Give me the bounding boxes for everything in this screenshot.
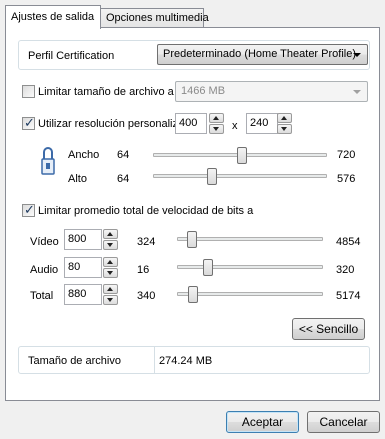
file-size-value: 274.24 MB <box>159 355 213 367</box>
file-size-limit-label: Limitar tamaño de archivo a <box>38 86 174 98</box>
resolution-width-input[interactable]: 400 <box>175 113 207 134</box>
height-label: Alto <box>68 173 87 185</box>
height-slider-track <box>153 174 327 178</box>
bitrate-limit-label: Limitar promedio total de velocidad de b… <box>38 205 254 217</box>
audio-bitrate-input[interactable]: 80 <box>64 257 102 278</box>
custom-resolution-label: Utilizar resolución personaliz <box>38 118 179 130</box>
total-bitrate-stepper[interactable] <box>103 284 118 305</box>
cancel-button-label: Cancelar <box>319 415 368 429</box>
audio-bitrate-slider-track <box>177 265 323 269</box>
tab-multimedia-options-label: Opciones multimedia <box>106 12 209 24</box>
simple-mode-button[interactable]: << Sencillo <box>292 318 365 340</box>
resolution-height-value: 240 <box>250 117 269 129</box>
custom-resolution-checkbox[interactable]: ✓ <box>22 115 35 130</box>
accept-button[interactable]: Aceptar <box>226 411 299 433</box>
file-size-limit-value: 1466 MB <box>181 85 226 97</box>
width-max: 720 <box>337 149 356 161</box>
chevron-up-icon[interactable] <box>103 257 118 267</box>
file-size-limit-select[interactable]: 1466 MB <box>175 81 368 102</box>
chevron-up-icon[interactable] <box>277 113 292 123</box>
resolution-height-input[interactable]: 240 <box>246 113 278 134</box>
total-bitrate-label: Total <box>30 290 54 302</box>
checkmark-icon: ✓ <box>24 115 35 130</box>
chevron-up-icon[interactable] <box>209 113 224 123</box>
simple-mode-button-label: << Sencillo <box>298 322 359 336</box>
video-bitrate-stepper[interactable] <box>103 229 118 250</box>
file-size-limit-checkbox[interactable] <box>22 85 35 98</box>
audio-bitrate-min: 16 <box>137 264 150 276</box>
video-bitrate-slider[interactable] <box>177 229 323 249</box>
height-max: 576 <box>337 173 356 185</box>
tab-multimedia-options[interactable]: Opciones multimedia <box>100 8 209 29</box>
chevron-down-icon[interactable] <box>103 240 118 250</box>
resolution-width-stepper[interactable] <box>209 113 224 134</box>
total-bitrate-input[interactable]: 880 <box>64 284 102 305</box>
file-size-group: Tamaño de archivo 274.24 MB <box>18 346 370 374</box>
profile-select-value: Predeterminado (Home Theater Profile) <box>163 48 356 60</box>
chevron-down-icon[interactable] <box>277 124 292 134</box>
total-bitrate-slider-track <box>177 292 323 296</box>
cancel-button[interactable]: Cancelar <box>307 411 380 433</box>
width-slider[interactable] <box>153 145 327 165</box>
total-bitrate-max: 5174 <box>336 290 361 302</box>
chevron-down-icon[interactable] <box>103 268 118 278</box>
video-bitrate-slider-thumb[interactable] <box>187 231 198 248</box>
chevron-up-icon[interactable] <box>103 229 118 239</box>
audio-bitrate-stepper[interactable] <box>103 257 118 278</box>
chevron-down-icon <box>353 53 361 57</box>
tab-panel: Perfil Certification Predeterminado (Hom… <box>5 27 380 401</box>
total-bitrate-min: 340 <box>137 290 156 302</box>
video-bitrate-label: Vídeo <box>30 236 59 248</box>
video-bitrate-value: 800 <box>68 233 87 245</box>
profile-select[interactable]: Predeterminado (Home Theater Profile) <box>157 44 368 65</box>
height-slider[interactable] <box>153 166 327 186</box>
total-bitrate-slider[interactable] <box>177 284 323 304</box>
resolution-separator: x <box>232 120 238 132</box>
audio-bitrate-slider-thumb[interactable] <box>202 259 213 276</box>
file-size-label: Tamaño de archivo <box>28 355 121 367</box>
audio-bitrate-slider[interactable] <box>177 257 323 277</box>
total-bitrate-value: 880 <box>68 288 87 300</box>
profile-group: Perfil Certification Predeterminado (Hom… <box>18 40 370 70</box>
chevron-down-icon[interactable] <box>209 124 224 134</box>
video-bitrate-slider-track <box>177 237 323 241</box>
height-min: 64 <box>117 173 130 185</box>
video-bitrate-max: 4854 <box>336 236 361 248</box>
file-size-divider <box>154 347 155 373</box>
audio-bitrate-value: 80 <box>68 261 81 273</box>
width-min: 64 <box>117 149 130 161</box>
checkmark-icon: ✓ <box>24 202 35 217</box>
resolution-height-stepper[interactable] <box>277 113 292 134</box>
chevron-up-icon[interactable] <box>103 284 118 294</box>
aspect-lock-icon[interactable] <box>41 145 55 178</box>
chevron-down-icon[interactable] <box>103 295 118 305</box>
width-slider-thumb[interactable] <box>236 147 247 164</box>
video-bitrate-input[interactable]: 800 <box>64 229 102 250</box>
audio-bitrate-max: 320 <box>336 264 355 276</box>
video-bitrate-min: 324 <box>137 236 156 248</box>
chevron-down-icon <box>353 90 361 94</box>
audio-bitrate-label: Audio <box>30 264 59 276</box>
tab-output-settings-label: Ajustes de salida <box>11 11 95 23</box>
tab-output-settings[interactable]: Ajustes de salida <box>5 5 101 29</box>
width-label: Ancho <box>68 149 100 161</box>
profile-label: Perfil Certification <box>28 50 115 62</box>
accept-button-label: Aceptar <box>241 415 284 429</box>
bitrate-limit-checkbox[interactable]: ✓ <box>22 202 35 217</box>
height-slider-thumb[interactable] <box>207 168 218 185</box>
resolution-width-value: 400 <box>179 117 198 129</box>
total-bitrate-slider-thumb[interactable] <box>188 286 199 303</box>
